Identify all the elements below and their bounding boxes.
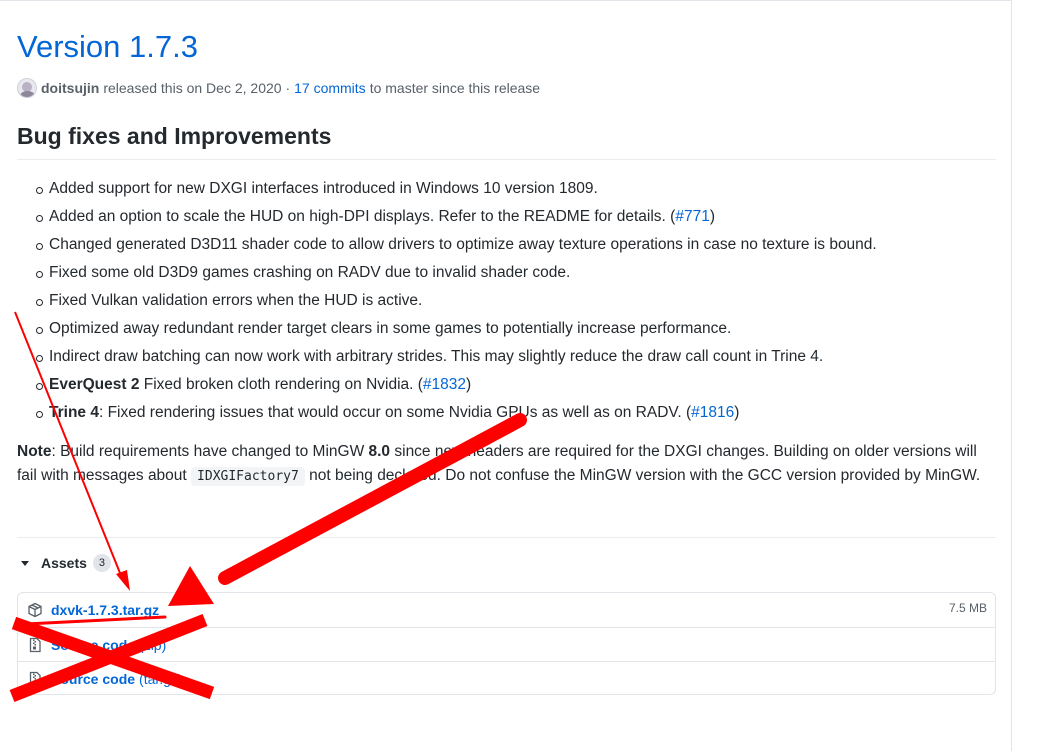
issue-link[interactable]: #1832 bbox=[423, 376, 466, 393]
avatar[interactable] bbox=[17, 78, 37, 98]
list-item: Trine 4: Fixed rendering issues that wou… bbox=[17, 399, 996, 427]
top-border bbox=[0, 0, 1012, 1]
right-border bbox=[1011, 0, 1012, 751]
assets-label: Assets bbox=[41, 555, 87, 571]
section-title: Bug fixes and Improvements bbox=[17, 123, 332, 149]
asset-row: dxvk-1.7.3.tar.gz 7.5 MB bbox=[18, 593, 995, 627]
assets-toggle[interactable]: Assets 3 bbox=[17, 552, 112, 574]
asset-row: Source code (tar.gz) bbox=[18, 661, 995, 695]
mingw-version: 8.0 bbox=[368, 443, 391, 460]
note-label: Note bbox=[17, 443, 52, 460]
commits-suffix: to master since this release bbox=[369, 80, 541, 96]
asset-row: Source code (zip) bbox=[18, 627, 995, 661]
asset-format: (tar.gz) bbox=[139, 670, 183, 687]
list-item: Added support for new DXGI interfaces in… bbox=[17, 175, 996, 203]
bug-list: Added support for new DXGI interfaces in… bbox=[17, 175, 996, 427]
asset-size: 7.5 MB bbox=[948, 601, 987, 615]
package-icon bbox=[27, 602, 43, 618]
list-item: Changed generated D3D11 shader code to a… bbox=[17, 231, 996, 259]
list-item: Optimized away redundant render target c… bbox=[17, 315, 996, 343]
asset-download-link[interactable]: dxvk-1.7.3.tar.gz bbox=[51, 602, 159, 618]
list-item: Added an option to scale the HUD on high… bbox=[17, 203, 996, 231]
divider bbox=[17, 537, 996, 538]
file-zip-icon bbox=[27, 671, 43, 687]
release-meta: doitsujin released this on Dec 2, 2020 ·… bbox=[17, 78, 540, 98]
inline-code: IDXGIFactory7 bbox=[191, 467, 305, 486]
issue-link[interactable]: #1816 bbox=[691, 404, 734, 421]
asset-format: (zip) bbox=[139, 636, 167, 653]
released-text: released this on Dec 2, 2020 · bbox=[103, 80, 291, 96]
assets-count-badge: 3 bbox=[92, 554, 112, 572]
commits-link[interactable]: 17 commits bbox=[294, 78, 366, 98]
source-code-zip-link[interactable]: Source code bbox=[51, 637, 135, 653]
build-note: Note: Build requirements have changed to… bbox=[17, 443, 981, 486]
list-item: Indirect draw batching can now work with… bbox=[17, 343, 996, 371]
caret-down-icon bbox=[21, 560, 29, 566]
issue-link[interactable]: #771 bbox=[675, 208, 709, 225]
divider bbox=[17, 159, 996, 160]
list-item: EverQuest 2 Fixed broken cloth rendering… bbox=[17, 371, 996, 399]
author-link[interactable]: doitsujin bbox=[41, 78, 99, 98]
release-title[interactable]: Version 1.7.3 bbox=[17, 28, 198, 66]
assets-list: dxvk-1.7.3.tar.gz 7.5 MB Source code (zi… bbox=[17, 592, 996, 695]
thin-arrow-head bbox=[116, 570, 130, 591]
list-item: Fixed Vulkan validation errors when the … bbox=[17, 287, 996, 315]
file-zip-icon bbox=[27, 637, 43, 653]
list-item: Fixed some old D3D9 games crashing on RA… bbox=[17, 259, 996, 287]
source-code-targz-link[interactable]: Source code bbox=[51, 671, 135, 687]
